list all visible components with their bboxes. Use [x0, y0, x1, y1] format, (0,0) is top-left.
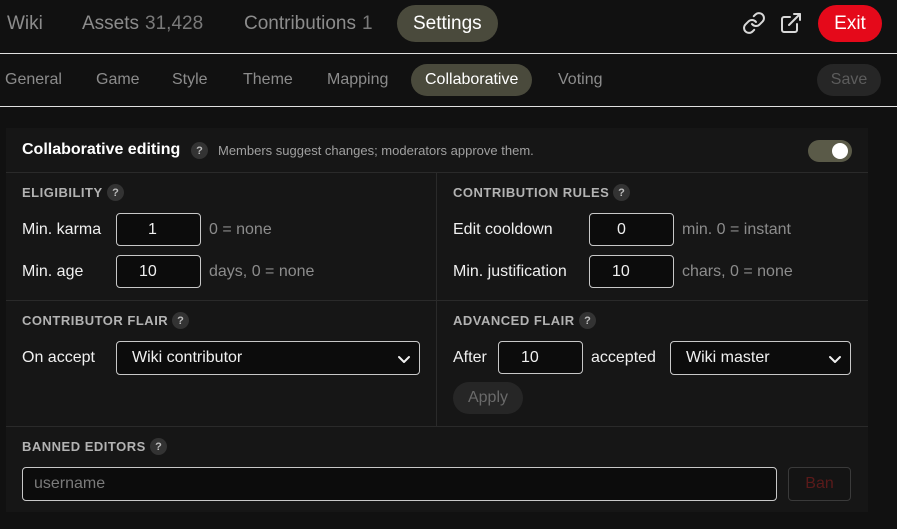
edit-cooldown-input[interactable]: 0 [589, 213, 674, 246]
top-divider [0, 53, 897, 54]
exit-button[interactable]: Exit [818, 5, 882, 42]
save-button[interactable]: Save [817, 64, 881, 96]
top-bar: Wiki Assets 31,428 Contributions 1 Setti… [0, 0, 897, 48]
min-age-input[interactable]: 10 [116, 255, 201, 288]
chevron-down-icon [398, 356, 410, 363]
advanced-flair-select[interactable]: Wiki master [670, 341, 851, 375]
help-icon[interactable]: ? [107, 184, 124, 201]
tab-contributions[interactable]: Contributions 1 [244, 5, 373, 42]
after-count-input[interactable]: 10 [498, 341, 583, 374]
collaborative-editing-toggle[interactable] [808, 140, 852, 162]
tab-label: Assets [82, 12, 140, 34]
tab-label: Contributions [244, 12, 356, 34]
min-karma-hint: 0 = none [209, 221, 272, 238]
subtab-collaborative[interactable]: Collaborative [411, 64, 533, 96]
tab-label: Settings [413, 12, 482, 34]
link-icon[interactable] [742, 11, 766, 35]
collaborative-editing-title: Collaborative editing [22, 141, 181, 158]
accepted-label: accepted [591, 349, 656, 366]
min-karma-label: Min. karma [22, 221, 102, 238]
section-divider [6, 300, 868, 301]
tab-count: 1 [361, 12, 373, 34]
on-accept-select[interactable]: Wiki contributor [116, 341, 420, 375]
chevron-down-icon [829, 356, 841, 363]
tab-settings[interactable]: Settings [397, 5, 498, 42]
subtab-divider [0, 106, 897, 107]
subtab-mapping[interactable]: Mapping [327, 64, 388, 96]
tab-count: 31,428 [145, 12, 204, 34]
banned-editors-heading: BANNED EDITORS [22, 439, 146, 454]
min-age-label: Min. age [22, 263, 84, 280]
help-icon[interactable]: ? [191, 142, 208, 159]
min-justification-hint: chars, 0 = none [682, 263, 793, 280]
min-justification-label: Min. justification [453, 263, 567, 280]
username-input[interactable]: username [22, 467, 777, 501]
min-justification-input[interactable]: 10 [589, 255, 674, 288]
subtab-general[interactable]: General [5, 64, 62, 96]
after-label: After [453, 349, 487, 366]
tab-assets[interactable]: Assets 31,428 [82, 5, 203, 42]
on-accept-value: Wiki contributor [132, 349, 243, 366]
subtab-voting[interactable]: Voting [558, 64, 602, 96]
collaborative-editing-description: Members suggest changes; moderators appr… [218, 143, 534, 158]
help-icon[interactable]: ? [579, 312, 596, 329]
min-karma-input[interactable]: 1 [116, 213, 201, 246]
contribution-rules-heading: CONTRIBUTION RULES [453, 185, 610, 200]
apply-button[interactable]: Apply [453, 382, 523, 414]
subtab-game[interactable]: Game [96, 64, 140, 96]
advanced-flair-heading: ADVANCED FLAIR [453, 313, 575, 328]
section-divider [6, 172, 868, 173]
subtab-style[interactable]: Style [172, 64, 208, 96]
help-icon[interactable]: ? [613, 184, 630, 201]
on-accept-label: On accept [22, 349, 95, 366]
eligibility-heading: ELIGIBILITY [22, 185, 103, 200]
edit-cooldown-label: Edit cooldown [453, 221, 553, 238]
toggle-knob [832, 143, 848, 159]
min-age-hint: days, 0 = none [209, 263, 315, 280]
external-link-icon[interactable] [779, 11, 803, 35]
tab-label: Wiki [7, 12, 43, 34]
help-icon[interactable]: ? [172, 312, 189, 329]
ban-button[interactable]: Ban [788, 467, 851, 501]
help-icon[interactable]: ? [150, 438, 167, 455]
advanced-flair-value: Wiki master [686, 349, 770, 366]
tab-wiki[interactable]: Wiki [7, 5, 43, 42]
contributor-flair-heading: CONTRIBUTOR FLAIR [22, 313, 169, 328]
section-divider [6, 426, 868, 427]
subtab-theme[interactable]: Theme [243, 64, 293, 96]
edit-cooldown-hint: min. 0 = instant [682, 221, 791, 238]
